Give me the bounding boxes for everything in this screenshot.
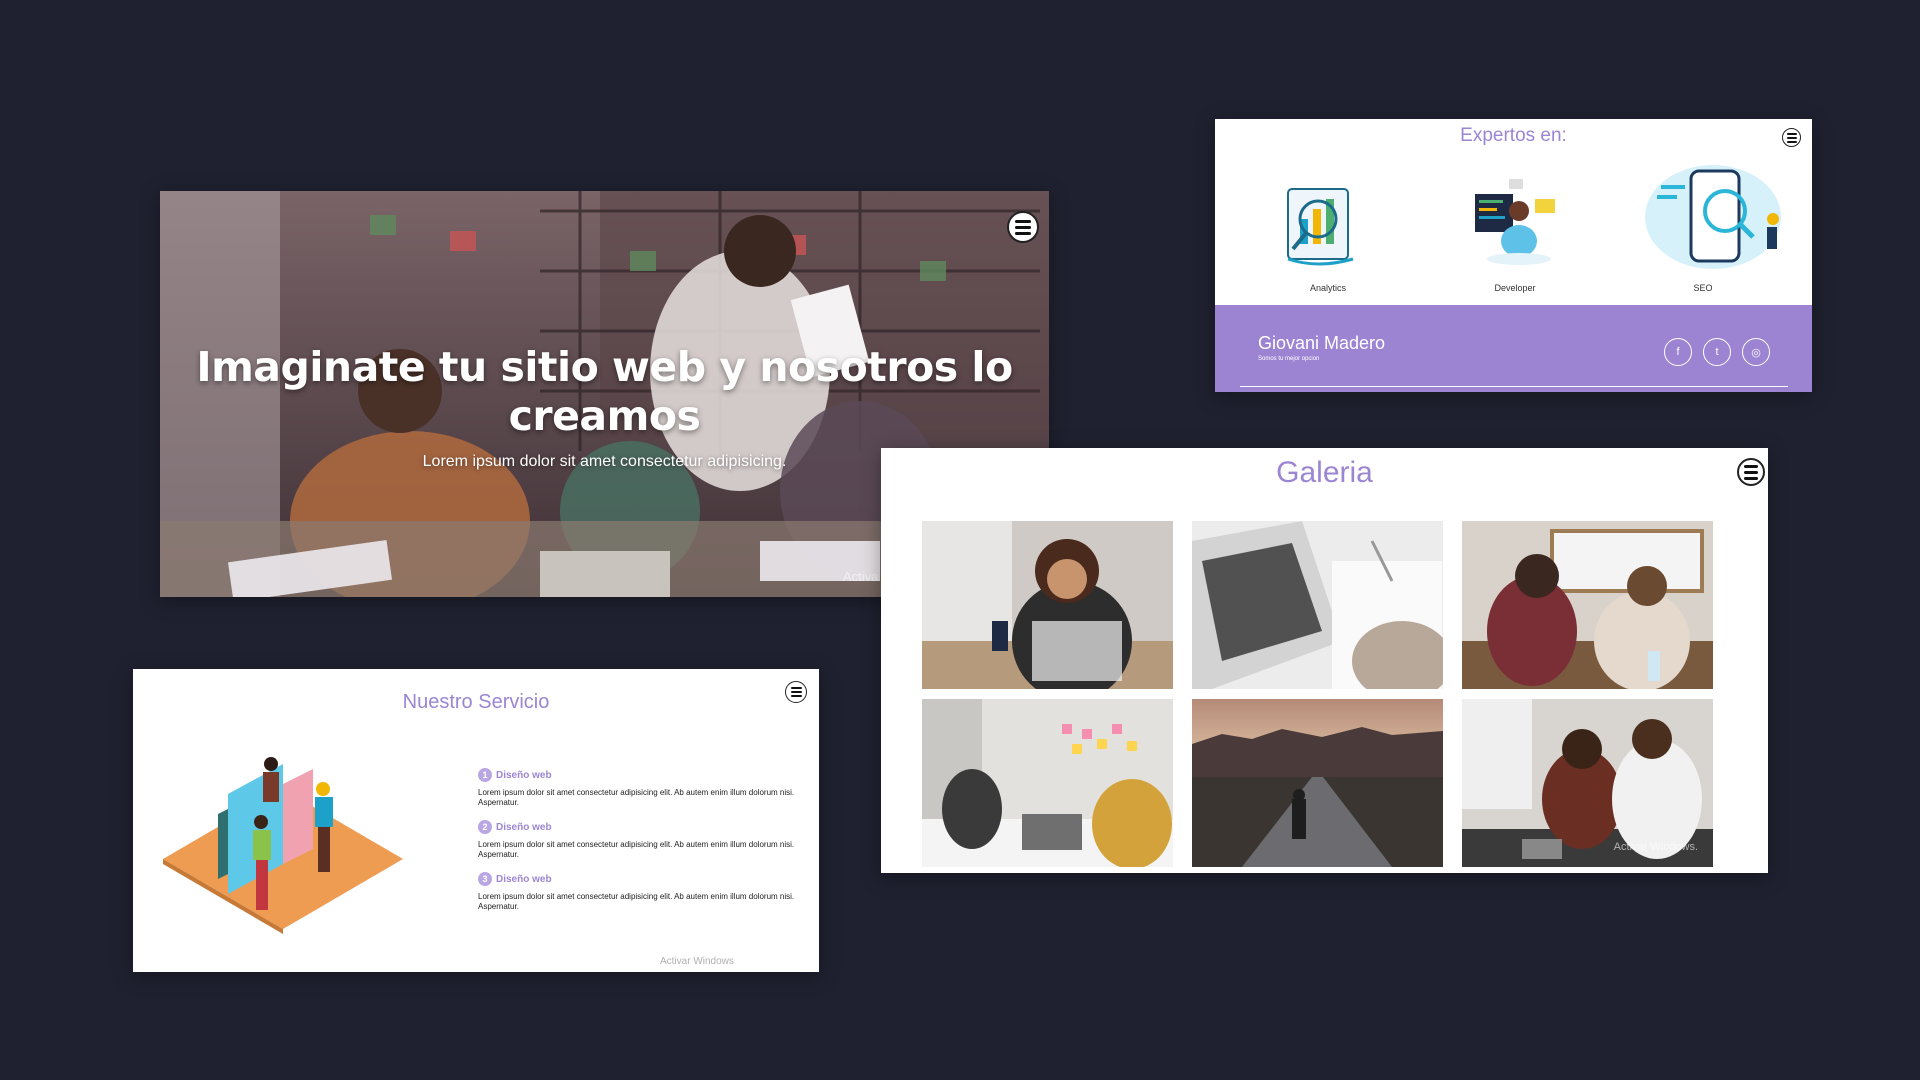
gallery-photo-team[interactable] xyxy=(922,699,1173,867)
service-item-text: Lorem ipsum dolor sit amet consectetur a… xyxy=(478,892,795,911)
hero-title: Imaginate tu sitio web y nosotros lo cre… xyxy=(196,343,1013,440)
service-screenshot: Nuestro Servicio 1 Diseño web Lorem ipsum… xyxy=(133,669,819,972)
windows-watermark: Activar Windows xyxy=(660,956,734,967)
footer-divider xyxy=(1240,386,1788,387)
footer-tagline: Somos tu mejor opcion xyxy=(1258,356,1320,362)
photo-road-image xyxy=(1192,699,1443,867)
service-item-text: Lorem ipsum dolor sit amet consectetur a… xyxy=(478,840,795,859)
gallery-screenshot: Galeria Activar Windows. xyxy=(881,448,1768,873)
hamburger-menu-icon[interactable] xyxy=(1782,128,1801,147)
hamburger-menu-icon[interactable] xyxy=(1737,458,1765,486)
developer-label: Developer xyxy=(1494,283,1536,293)
gallery-photo-meeting[interactable] xyxy=(1462,521,1713,689)
service-item: 2 Diseño web Lorem ipsum dolor sit amet c… xyxy=(478,820,798,860)
experts-footer: Giovani Madero Somos tu mejor opcion f t… xyxy=(1215,305,1812,392)
twitter-glyph: t xyxy=(1715,346,1719,358)
instagram-glyph: ◎ xyxy=(1751,346,1761,359)
gallery-photo-road[interactable] xyxy=(1192,699,1443,867)
hamburger-menu-icon[interactable] xyxy=(785,681,807,703)
windows-watermark: Activar Windows. xyxy=(1613,841,1698,853)
footer-brand-name: Giovani Madero xyxy=(1258,333,1386,353)
photo-team-image xyxy=(922,699,1173,867)
facebook-glyph: f xyxy=(1676,346,1680,358)
facebook-icon[interactable]: f xyxy=(1664,338,1692,366)
gallery-photo-laptop[interactable] xyxy=(1192,521,1443,689)
photo-student-image xyxy=(922,521,1173,689)
instagram-icon[interactable]: ◎ xyxy=(1742,338,1770,366)
gallery-photo-cooking[interactable]: Activar Windows. xyxy=(1462,699,1713,867)
developer-card: Developer xyxy=(1445,159,1585,293)
seo-card: SEO xyxy=(1643,159,1783,293)
experts-screenshot: Expertos en: Analytics Developer SEO Gio… xyxy=(1215,119,1812,392)
number-badge: 1 xyxy=(478,768,492,782)
analytics-card: Analytics xyxy=(1258,159,1398,293)
number-badge: 3 xyxy=(478,872,492,886)
gallery-title: Galeria xyxy=(1276,456,1373,489)
service-title: Nuestro Servicio xyxy=(402,691,550,713)
seo-label: SEO xyxy=(1693,283,1713,293)
analytics-label: Analytics xyxy=(1309,283,1346,293)
service-item-text: Lorem ipsum dolor sit amet consectetur a… xyxy=(478,788,795,807)
experts-title: Expertos en: xyxy=(1460,125,1567,146)
service-item: 1 Diseño web Lorem ipsum dolor sit amet c… xyxy=(478,768,798,808)
service-item-title: Diseño web xyxy=(496,769,552,781)
photo-laptop-image xyxy=(1192,521,1443,689)
hamburger-menu-icon[interactable] xyxy=(1007,211,1039,243)
service-item-title: Diseño web xyxy=(496,873,552,885)
developer-icon xyxy=(1475,179,1555,265)
seo-icon xyxy=(1645,165,1781,269)
analytics-icon xyxy=(1287,188,1354,266)
service-team-illustration xyxy=(163,757,403,934)
service-item-title: Diseño web xyxy=(496,821,552,833)
windows-watermark: Activa xyxy=(843,569,879,584)
photo-meeting-image xyxy=(1462,521,1713,689)
service-item: 3 Diseño web Lorem ipsum dolor sit amet c… xyxy=(478,872,798,912)
gallery-photo-student[interactable] xyxy=(922,521,1173,689)
twitter-icon[interactable]: t xyxy=(1703,338,1731,366)
number-badge: 2 xyxy=(478,820,492,834)
